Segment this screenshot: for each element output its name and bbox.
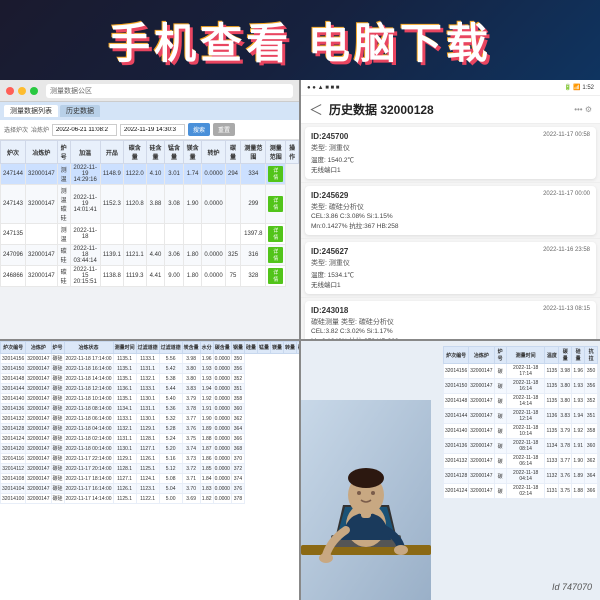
bl-table-body: 3201415632000147碳硅2022-11-18 17:14:00113… (1, 354, 300, 504)
status-left: ● ● ▲ ■ ■ ■ (307, 85, 339, 91)
table-row: 3201415032000147碳硅2022-11-18 16:14:00113… (1, 364, 300, 374)
filter-label-smelting: 冶炼炉 (31, 125, 49, 134)
table-row: 3201415632000147碳硅2022-11-18 17:14:00113… (1, 354, 300, 364)
table-row: 3201412432000147碳2022-11-18 02:1411313.7… (444, 484, 598, 499)
detail-button[interactable]: 详情 (268, 166, 283, 182)
bl-table-wrap: 炉次编号冶炼炉炉号冶炼状态测量时间过滤道德过滤道德炭含量水分碳含量钢量硅量锰量镁… (0, 341, 299, 600)
detail-button[interactable]: 详情 (268, 226, 283, 242)
table-row: 3201414832000147碳硅2022-11-18 14:14:00113… (1, 374, 300, 384)
table-row: 3201414032000147碳2022-11-18 10:1411353.7… (444, 424, 598, 439)
person-table-view: 炉次编号冶炼炉炉号测量时间温度碳量硅量抗拉 3201415632000147碳2… (301, 341, 600, 600)
bl-data-table: 炉次编号冶炼炉炉号冶炼状态测量时间过滤道德过滤道德炭含量水分碳含量钢量硅量锰量镁… (0, 341, 299, 504)
table-body: 24714432000147测温2022-11-1914:29:161148.9… (1, 164, 299, 287)
phone-record-item[interactable]: ID:245629 2022-11-17 00:00 类型: 碳硅分析仪 CEL… (305, 186, 596, 235)
br-table-overlay: 炉次编号冶炼炉炉号测量时间温度碳量硅量抗拉 3201415632000147碳2… (443, 346, 598, 499)
detail-button[interactable]: 详情 (268, 247, 283, 263)
record-date: 2022-11-17 00:00 (543, 191, 590, 200)
phone-record-item[interactable]: ID:245700 2022-11-17 00:58 类型: 测重仪 温度: 1… (305, 127, 596, 179)
br-header-row: 炉次编号冶炼炉炉号测量时间温度碳量硅量抗拉 (444, 347, 598, 364)
record-date: 2022-11-13 08:15 (543, 306, 590, 315)
filter-row: 选择炉次 冶炼炉 搜索 重置 (0, 120, 299, 140)
record-data2: Mn:0.1342% 抗拉:379 HB:263 (311, 335, 590, 339)
filter-label-furnace: 选择炉次 (4, 125, 28, 134)
table-row: 3201411632000147碳硅2022-11-17 22:14:00112… (1, 454, 300, 464)
desktop-table-view: 测量数据公区 测量数据列表 历史数据 选择炉次 冶炼炉 搜索 重置 炉次冶炼炉炉… (0, 80, 299, 339)
browser-bar: 测量数据公区 (0, 80, 299, 102)
browser-url: 测量数据公区 (46, 84, 293, 98)
phone-header-icons: ••• ⚙ (574, 105, 592, 114)
table-row: 3201415032000147碳2022-11-18 16:1411353.8… (444, 379, 598, 394)
record-type: 类型: 测重仪 (311, 143, 590, 153)
phone-record-item[interactable]: ID:243018 2022-11-13 08:15 碳硅测量 类型: 碳硅分析… (305, 301, 596, 339)
phone-title: 历史数据 32000128 (329, 101, 434, 118)
id-text: Id 747070 (552, 582, 592, 592)
top-banner: 手机查看 电脑下载 (0, 0, 600, 80)
table-row: 3201412832000147碳2022-11-18 04:1411323.7… (444, 469, 598, 484)
table-row: 3201412432000147碳硅2022-11-18 02:14:00113… (1, 434, 300, 444)
record-data2: Mn:0.1427% 抗拉:367 HB:258 (311, 220, 590, 230)
record-type: 类型: 测重仪 (311, 258, 590, 268)
br-table-body: 3201415632000147碳2022-11-18 17:1411353.9… (444, 364, 598, 499)
detail-button[interactable]: 详情 (268, 268, 283, 284)
table-row: 3201414832000147碳2022-11-18 14:1411353.8… (444, 394, 598, 409)
large-data-table-view: 炉次编号冶炼炉炉号冶炼状态测量时间过滤道德过滤道德炭含量水分碳含量钢量硅量锰量镁… (0, 341, 299, 600)
table-header-row: 炉次冶炼炉炉号加温开品碳含量硅含量锰含量镁含量转炉碳量测量范围测量范围操作 (1, 141, 299, 164)
banner-text: 手机查看 电脑下载 (108, 10, 492, 71)
record-id: ID:245700 (311, 132, 348, 141)
table-row: 3201413232000147碳2022-11-18 06:1411333.7… (444, 454, 598, 469)
person-image (301, 400, 431, 600)
content-area: 测量数据公区 测量数据列表 历史数据 选择炉次 冶炼炉 搜索 重置 炉次冶炼炉炉… (0, 80, 600, 600)
record-type: 碳硅测量 类型: 碳硅分析仪 (311, 317, 590, 327)
table-row: 3201413632000147碳硅2022-11-18 08:14:00113… (1, 404, 300, 414)
phone-records-list: ID:245700 2022-11-17 00:58 类型: 测重仪 温度: 1… (301, 124, 600, 339)
url-text: 测量数据公区 (50, 86, 92, 96)
back-button[interactable]: ＜ (309, 100, 323, 120)
date-input-1[interactable] (52, 124, 117, 136)
table-row: 3201414432000147碳硅2022-11-18 12:14:00113… (1, 384, 300, 394)
nav-tabs: 测量数据列表 历史数据 (0, 102, 299, 120)
record-data2: 无线端口1 (311, 164, 590, 174)
record-type: 类型: 碳硅分析仪 (311, 202, 590, 212)
record-id: ID:245629 (311, 191, 348, 200)
record-data1: CEL:3.86 C:3.08% Si:1.15% (311, 213, 590, 220)
table-row: 3201410832000147碳硅2022-11-17 18:14:00112… (1, 474, 300, 484)
record-data1: CEL:3.82 C:3.02% Si:1.17% (311, 328, 590, 335)
browser-dot-yellow (18, 87, 26, 95)
record-id: ID:243018 (311, 306, 348, 315)
table-scroll-area: 炉次冶炼炉炉号加温开品碳含量硅含量锰含量镁含量转炉碳量测量范围测量范围操作 24… (0, 140, 299, 287)
date-input-2[interactable] (120, 124, 185, 136)
phone-record-item[interactable]: ID:245627 2022-11-16 23:58 类型: 测重仪 温度: 1… (305, 242, 596, 294)
br-data-table: 炉次编号冶炼炉炉号测量时间温度碳量硅量抗拉 3201415632000147碳2… (443, 346, 598, 499)
record-date: 2022-11-16 23:58 (543, 247, 590, 256)
table-row: 3201414032000147碳硅2022-11-18 10:14:00113… (1, 394, 300, 404)
tab-history[interactable]: 历史数据 (60, 105, 100, 117)
browser-dot-green (30, 87, 38, 95)
table-row: 3201413632000147碳2022-11-18 08:1411343.7… (444, 439, 598, 454)
record-id: ID:245627 (311, 247, 348, 256)
status-right: 🔋 📶 1:52 (564, 84, 594, 91)
browser-dot-red (6, 87, 14, 95)
table-row: 3201412032000147碳硅2022-11-18 00:14:00113… (1, 444, 300, 454)
bl-header-row: 炉次编号冶炼炉炉号冶炼状态测量时间过滤道德过滤道德炭含量水分碳含量钢量硅量锰量镁… (1, 342, 300, 354)
tab-data-list[interactable]: 测量数据列表 (4, 105, 58, 117)
table-row: 3201412832000147碳硅2022-11-18 04:14:00113… (1, 424, 300, 434)
table-row: 3201413232000147碳硅2022-11-18 06:14:00113… (1, 414, 300, 424)
reset-button[interactable]: 重置 (213, 123, 235, 136)
phone-header: ＜ 历史数据 32000128 ••• ⚙ (301, 96, 600, 124)
table-row: 3201415632000147碳2022-11-18 17:1411353.9… (444, 364, 598, 379)
record-data1: 温度: 1534.1℃ (311, 269, 590, 279)
record-data2: 无线端口1 (311, 279, 590, 289)
data-table: 炉次冶炼炉炉号加温开品碳含量硅含量锰含量镁含量转炉碳量测量范围测量范围操作 24… (0, 140, 299, 287)
search-button[interactable]: 搜索 (188, 123, 210, 136)
table-row: 3201411232000147碳硅2022-11-17 20:14:00112… (1, 464, 300, 474)
mobile-phone-view: ● ● ▲ ■ ■ ■ 🔋 📶 1:52 ＜ 历史数据 32000128 •••… (301, 80, 600, 339)
phone-status-bar: ● ● ▲ ■ ■ ■ 🔋 📶 1:52 (301, 80, 600, 96)
record-data1: 温度: 1540.2℃ (311, 154, 590, 164)
detail-button[interactable]: 详情 (268, 196, 283, 212)
table-row: 3201410032000147碳硅2022-11-17 14:14:00112… (1, 494, 300, 504)
table-row: 3201414432000147碳2022-11-18 12:1411363.8… (444, 409, 598, 424)
record-date: 2022-11-17 00:58 (543, 132, 590, 141)
table-row: 3201410432000147碳硅2022-11-17 16:14:00112… (1, 484, 300, 494)
